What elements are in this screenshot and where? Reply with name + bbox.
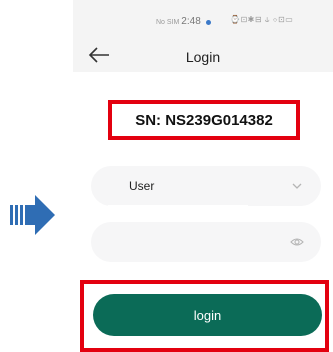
user-field-divider (108, 205, 248, 207)
status-time: 2:48 (181, 16, 201, 27)
status-carrier-time: No SIM 2:48 (156, 16, 211, 27)
status-bar: No SIM 2:48 ⌚⊡✱⊟ ⫝ ⌔⊡▭ (73, 0, 333, 30)
login-button[interactable]: login (93, 294, 322, 336)
user-select[interactable]: User (91, 166, 321, 206)
eye-icon[interactable] (290, 236, 304, 248)
serial-number-highlight: SN: NS239G014382 (108, 100, 300, 140)
carrier-label: No SIM (156, 19, 180, 26)
status-icons: ⌚⊡✱⊟ ⫝ ⌔⊡▭ (230, 15, 294, 24)
notification-dot-icon (205, 19, 211, 25)
app-header: Login (73, 30, 333, 72)
user-select-value: User (129, 179, 155, 193)
serial-number-text: SN: NS239G014382 (135, 111, 273, 129)
password-input[interactable] (91, 222, 321, 262)
page-title: Login (185, 49, 221, 65)
chevron-down-icon (292, 183, 302, 189)
right-arrow-icon (10, 195, 55, 235)
